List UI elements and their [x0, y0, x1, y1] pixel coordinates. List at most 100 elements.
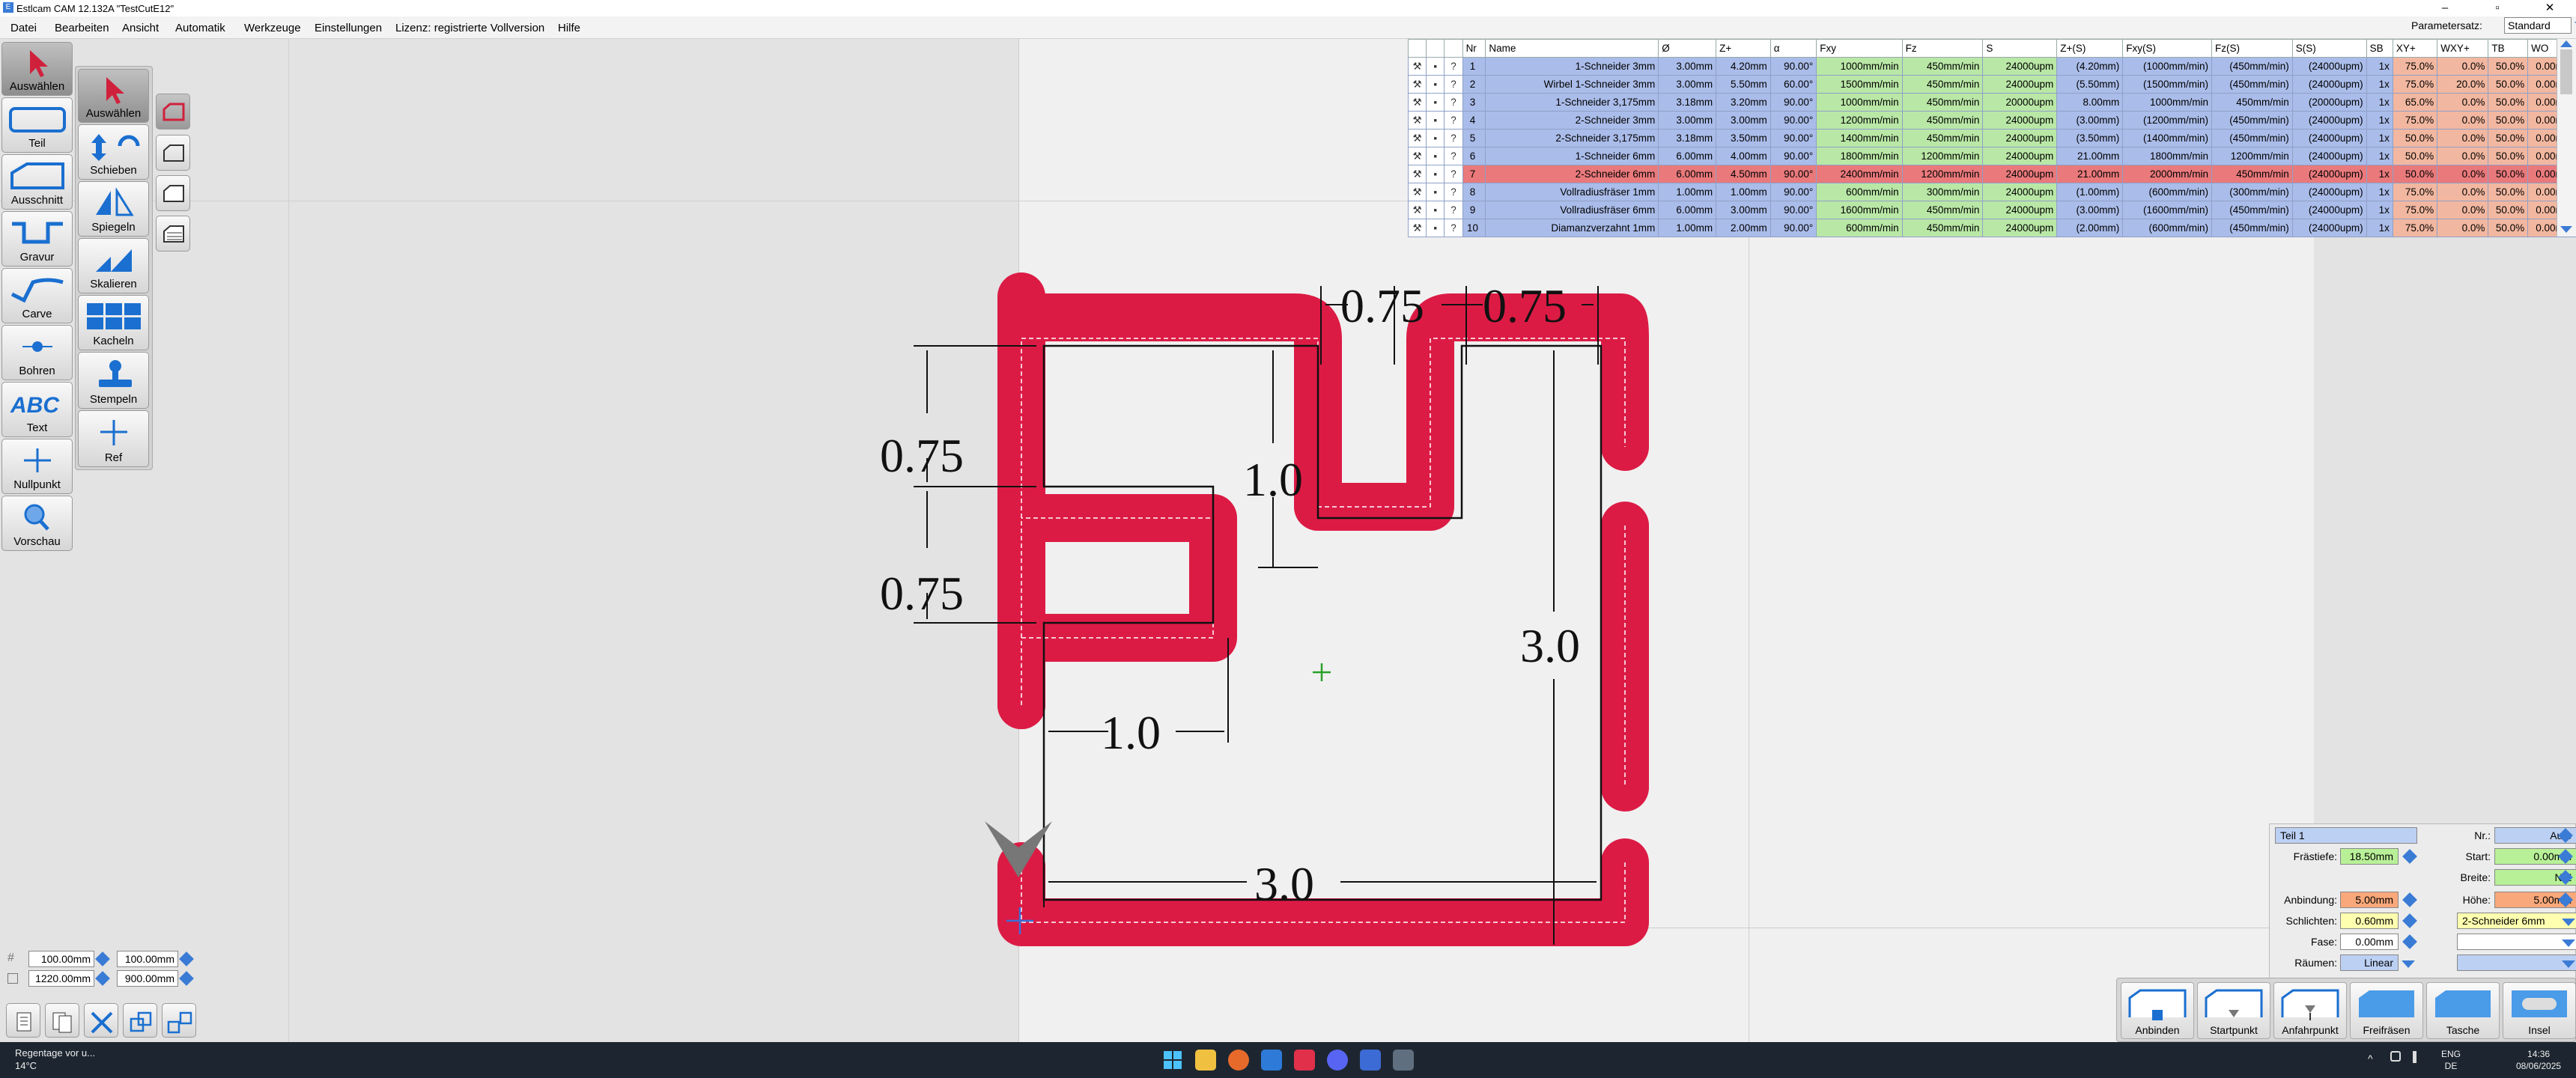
- tool-cell[interactable]: (450mm/min): [2211, 75, 2293, 94]
- tool-cell[interactable]: 90.00°: [1770, 57, 1817, 76]
- grid-x-field[interactable]: 100.00mm: [28, 951, 94, 967]
- tool-cell[interactable]: 50.0%: [2488, 147, 2529, 165]
- tool-cell[interactable]: 6.00mm: [1658, 201, 1717, 219]
- help-icon[interactable]: ?: [1444, 183, 1463, 201]
- wrench-icon[interactable]: ⚒: [1407, 57, 1427, 76]
- tool-cell[interactable]: 1400mm/min: [1816, 129, 1903, 147]
- help-icon[interactable]: ?: [1444, 75, 1463, 94]
- tool-cell[interactable]: 65.0%: [2392, 93, 2438, 112]
- tool-cell[interactable]: 75.0%: [2392, 57, 2438, 76]
- tool-select[interactable]: 2-Schneider 6mm: [2457, 913, 2576, 929]
- tool-cell[interactable]: 90.00°: [1770, 201, 1817, 219]
- depth-spinner-icon[interactable]: [2402, 849, 2417, 864]
- table-scrollbar[interactable]: [2557, 39, 2576, 237]
- weather-widget[interactable]: Regentage vor u... 14°C: [15, 1047, 95, 1072]
- tool-row[interactable]: ⚒ ▪? 3 1-Schneider 3,175mm 3.18mm 3.20mm 90.00…: [1407, 93, 2576, 112]
- tool-row[interactable]: ⚒ ▪? 9 Vollradiusfräser 6mm 6.00mm 3.00mm 90.0…: [1407, 201, 2576, 219]
- tool-cell[interactable]: 450mm/min: [1901, 93, 1984, 112]
- table-header-cell[interactable]: TB: [2488, 39, 2529, 58]
- tool-cell[interactable]: 2-Schneider 3,175mm: [1485, 129, 1659, 147]
- table-header-cell[interactable]: Fz: [1901, 39, 1984, 58]
- tool-cell[interactable]: 450mm/min: [1901, 111, 1984, 130]
- tool-cell[interactable]: 2-Schneider 6mm: [1485, 165, 1659, 183]
- table-header-cell[interactable]: Nr: [1462, 39, 1486, 58]
- tool3-dropdown-icon[interactable]: [2562, 960, 2575, 968]
- table-header-cell[interactable]: SB: [2366, 39, 2393, 58]
- tool-cell[interactable]: 90.00°: [1770, 165, 1817, 183]
- tool-cell[interactable]: 6: [1462, 147, 1486, 165]
- tool-row[interactable]: ⚒ ▪? 1 1-Schneider 3mm 3.00mm 4.20mm 90.00° 100…: [1407, 57, 2576, 76]
- stamp-button[interactable]: Stempeln: [78, 352, 149, 409]
- bind-spinner-icon[interactable]: [2402, 892, 2417, 907]
- network-icon[interactable]: [2390, 1051, 2401, 1062]
- preview-tool-button[interactable]: Vorschau: [1, 496, 73, 551]
- tool-cell[interactable]: (1000mm/min): [2122, 57, 2212, 76]
- tool-cell[interactable]: (450mm/min): [2211, 129, 2293, 147]
- tool-cell[interactable]: Vollradiusfräser 6mm: [1485, 201, 1659, 219]
- tool-cell[interactable]: 3.00mm: [1658, 57, 1717, 76]
- tool-cell[interactable]: 1000mm/min: [1816, 93, 1903, 112]
- paste-button[interactable]: [45, 1003, 79, 1038]
- tool-cell[interactable]: 450mm/min: [2211, 165, 2293, 183]
- tool-cell[interactable]: 50.0%: [2488, 111, 2529, 130]
- tool-cell[interactable]: 450mm/min: [1901, 219, 1984, 237]
- menu-bearbeiten[interactable]: Bearbeiten: [55, 22, 109, 34]
- tool-cell[interactable]: 60.00°: [1770, 75, 1817, 94]
- tool-cell[interactable]: 4: [1462, 111, 1486, 130]
- tool-cell[interactable]: 0.0%: [2437, 165, 2489, 183]
- tool-cell[interactable]: 90.00°: [1770, 111, 1817, 130]
- tool-cell[interactable]: 0.0%: [2437, 219, 2489, 237]
- tool-cell[interactable]: 7: [1462, 165, 1486, 183]
- tool-cell[interactable]: 1200mm/min: [2211, 147, 2293, 165]
- tool-cell[interactable]: 1x: [2366, 111, 2393, 130]
- tool-cell[interactable]: (20000upm): [2291, 93, 2367, 112]
- table-header-cell[interactable]: Fxy(S): [2122, 39, 2212, 58]
- tool-cell[interactable]: 1x: [2366, 57, 2393, 76]
- menu-datei[interactable]: Datei: [10, 22, 37, 34]
- tool-cell[interactable]: 6.00mm: [1658, 165, 1717, 183]
- table-header-cell[interactable]: WXY+: [2437, 39, 2489, 58]
- save-icon[interactable]: ▪: [1426, 183, 1445, 201]
- approach-button[interactable]: Anfahrpunkt: [2273, 982, 2347, 1039]
- material-width-spinner-icon[interactable]: [95, 971, 110, 986]
- discord-icon[interactable]: [1327, 1050, 1348, 1071]
- finish-spinner-icon[interactable]: [2402, 913, 2417, 928]
- menu-werkzeuge[interactable]: Werkzeuge: [244, 22, 301, 34]
- tool-cell[interactable]: 24000upm: [1982, 219, 2058, 237]
- tool-cell[interactable]: 50.0%: [2488, 201, 2529, 219]
- tool-cell[interactable]: 2400mm/min: [1816, 165, 1903, 183]
- tool-cell[interactable]: 4.00mm: [1716, 147, 1771, 165]
- help-icon[interactable]: ?: [1444, 111, 1463, 130]
- toolpath-outline[interactable]: [997, 272, 1649, 946]
- move-button[interactable]: Schieben: [78, 124, 149, 180]
- menu-ansicht[interactable]: Ansicht: [122, 22, 159, 34]
- tool-cell[interactable]: 75.0%: [2392, 219, 2438, 237]
- table-header-cell[interactable]: Fxy: [1816, 39, 1903, 58]
- pocket-button[interactable]: Tasche: [2426, 982, 2500, 1039]
- close-button[interactable]: ✕: [2524, 0, 2576, 16]
- tool-cell[interactable]: 0.0%: [2437, 111, 2489, 130]
- tool-cell[interactable]: 24000upm: [1982, 183, 2058, 201]
- finish-field[interactable]: 0.60mm: [2340, 913, 2399, 929]
- tool-cell[interactable]: (1600mm/min): [2122, 201, 2212, 219]
- tool-cell[interactable]: 1x: [2366, 75, 2393, 94]
- wrench-icon[interactable]: ⚒: [1407, 165, 1427, 183]
- estlcam-taskbar-icon[interactable]: [1393, 1050, 1414, 1071]
- save-icon[interactable]: ▪: [1426, 129, 1445, 147]
- tool-cell[interactable]: 21.00mm: [2056, 147, 2124, 165]
- tool-cell[interactable]: 4.20mm: [1716, 57, 1771, 76]
- bind-field[interactable]: 5.00mm: [2340, 892, 2399, 908]
- tool-row[interactable]: ⚒ ▪? 2 Wirbel 1-Schneider 3mm 3.00mm 5.50mm 60…: [1407, 75, 2576, 94]
- tool-cell[interactable]: 2-Schneider 3mm: [1485, 111, 1659, 130]
- tool-cell[interactable]: (24000upm): [2291, 111, 2367, 130]
- wrench-icon[interactable]: ⚒: [1407, 93, 1427, 112]
- table-header-cell[interactable]: Z+(S): [2056, 39, 2124, 58]
- tool-cell[interactable]: 1x: [2366, 183, 2393, 201]
- tool-row[interactable]: ⚒ ▪? 5 2-Schneider 3,175mm 3.18mm 3.50mm 90.00…: [1407, 129, 2576, 147]
- tool-cell[interactable]: 3.18mm: [1658, 129, 1717, 147]
- tool-cell[interactable]: 0.0%: [2437, 129, 2489, 147]
- tool-cell[interactable]: 1x: [2366, 147, 2393, 165]
- clear-dropdown-icon[interactable]: [2402, 960, 2415, 968]
- tool2-select[interactable]: [2457, 934, 2576, 950]
- tool-cell[interactable]: (1.00mm): [2056, 183, 2124, 201]
